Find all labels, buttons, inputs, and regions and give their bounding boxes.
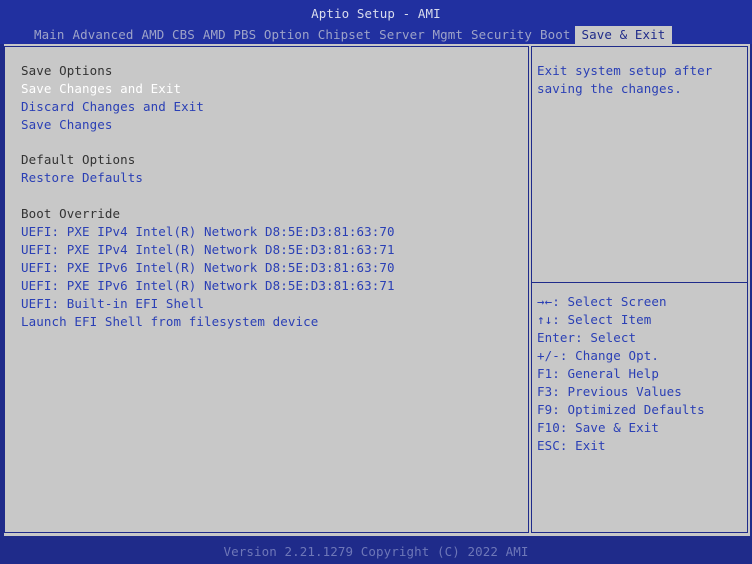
key-hint-f10: F10: Save & Exit [537, 420, 660, 435]
tab-server-mgmt[interactable]: Server Mgmt [375, 26, 467, 44]
key-hint-select-item: ↑↓: Select Item [537, 312, 652, 327]
boot-override-item[interactable]: UEFI: PXE IPv6 Intel(R) Network D8:5E:D3… [21, 278, 395, 294]
key-hint-select-screen: →←: Select Screen [537, 294, 667, 309]
boot-override-item[interactable]: UEFI: PXE IPv6 Intel(R) Network D8:5E:D3… [21, 260, 395, 276]
help-pane: Exit system setup after saving the chang… [531, 46, 748, 533]
tab-boot[interactable]: Boot [536, 26, 575, 44]
tab-chipset[interactable]: Chipset [314, 26, 375, 44]
help-description-line: saving the changes. [537, 81, 682, 96]
menu-item-save-changes-and-exit[interactable]: Save Changes and Exit [21, 81, 181, 97]
boot-override-item-launch-efi-shell[interactable]: Launch EFI Shell from filesystem device [21, 314, 318, 330]
tab-security[interactable]: Security [467, 26, 536, 44]
menu-item-restore-defaults[interactable]: Restore Defaults [21, 170, 143, 186]
tab-main[interactable]: Main [30, 26, 69, 44]
help-description-line: Exit system setup after [537, 63, 713, 78]
menu-item-save-changes[interactable]: Save Changes [21, 117, 113, 133]
key-hint-f3: F3: Previous Values [537, 384, 682, 399]
key-hint-change-opt: +/-: Change Opt. [537, 348, 660, 363]
key-hint-enter: Enter: Select [537, 330, 637, 345]
boot-override-item-efi-shell[interactable]: UEFI: Built-in EFI Shell [21, 296, 204, 312]
tab-bar: Main Advanced AMD CBS AMD PBS Option Chi… [30, 26, 673, 44]
help-divider [532, 282, 747, 283]
menu-item-discard-changes-and-exit[interactable]: Discard Changes and Exit [21, 99, 204, 115]
footer-bar: Version 2.21.1279 Copyright (C) 2022 AMI [0, 537, 752, 564]
tab-amd-cbs[interactable]: AMD CBS [138, 26, 199, 44]
key-hint-f9: F9: Optimized Defaults [537, 402, 705, 417]
section-title-boot-override: Boot Override [21, 206, 121, 221]
version-text: Version 2.21.1279 Copyright (C) 2022 AMI [223, 544, 529, 559]
section-title-default-options: Default Options [21, 152, 136, 167]
app-title: Aptio Setup - AMI [311, 6, 441, 21]
tab-save-exit[interactable]: Save & Exit [574, 26, 673, 44]
key-hint-f1: F1: General Help [537, 366, 660, 381]
section-title-save-options: Save Options [21, 63, 113, 78]
menu-pane: Save Options Save Changes and Exit Disca… [4, 46, 529, 533]
boot-override-item[interactable]: UEFI: PXE IPv4 Intel(R) Network D8:5E:D3… [21, 242, 395, 258]
tab-advanced[interactable]: Advanced [69, 26, 138, 44]
tab-amd-pbs-option[interactable]: AMD PBS Option [199, 26, 314, 44]
key-hint-esc: ESC: Exit [537, 438, 606, 453]
title-bar: Aptio Setup - AMI Main Advanced AMD CBS … [0, 0, 752, 44]
boot-override-item[interactable]: UEFI: PXE IPv4 Intel(R) Network D8:5E:D3… [21, 224, 395, 240]
